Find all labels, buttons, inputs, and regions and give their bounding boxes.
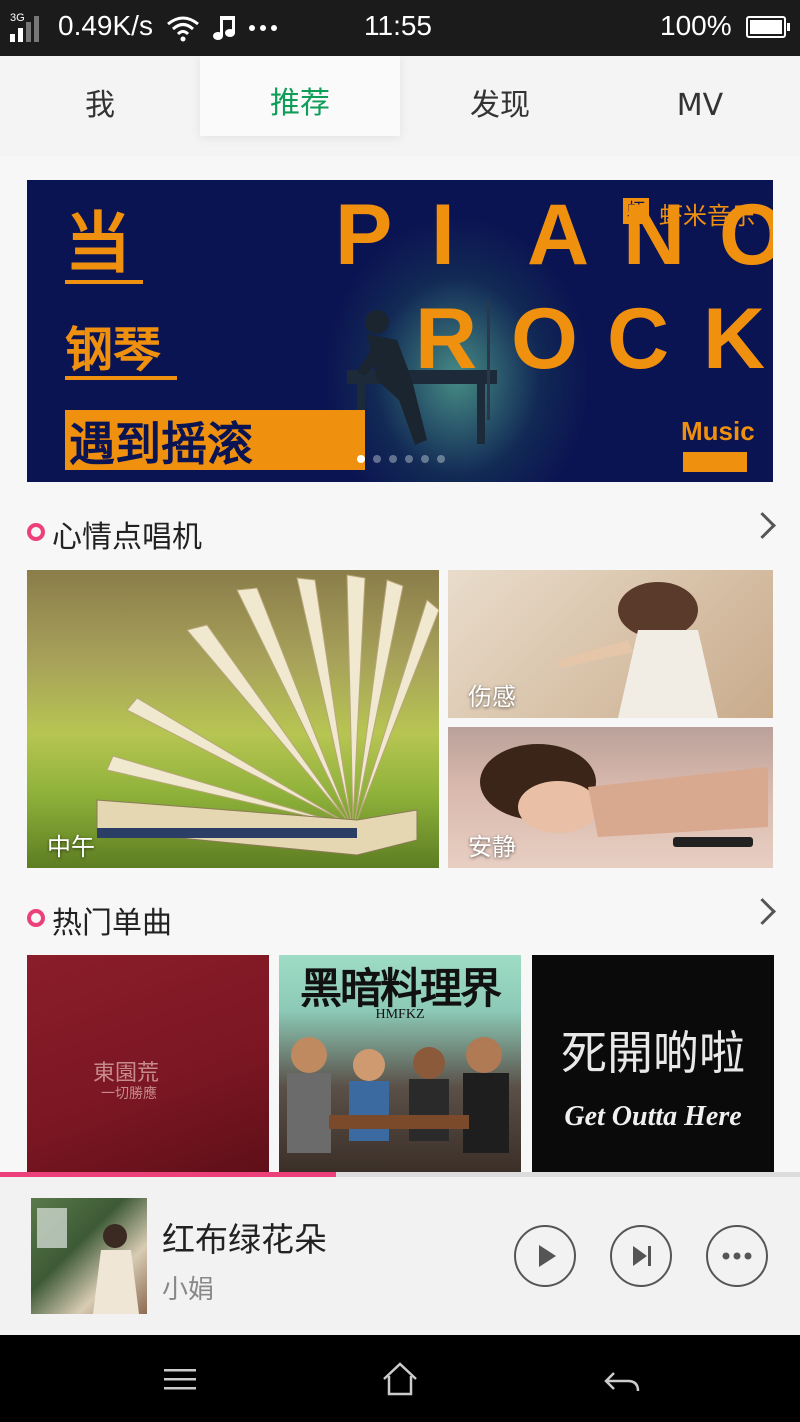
woman-sitting-image xyxy=(558,582,718,718)
music-note-icon xyxy=(213,16,235,40)
wifi-icon xyxy=(167,16,199,42)
section-title: 心情点唱机 xyxy=(52,520,202,555)
carousel-dot xyxy=(421,455,429,463)
home-icon[interactable] xyxy=(380,1359,420,1399)
banner-tag-bar xyxy=(683,452,747,472)
top-tab-bar: 我 推荐 发现 MV xyxy=(0,56,800,156)
skip-next-icon xyxy=(633,1246,651,1266)
signal-icon: 3G xyxy=(10,12,50,42)
play-button[interactable] xyxy=(514,1225,576,1287)
carousel-dot xyxy=(437,455,445,463)
network-speed: 0.49K/s xyxy=(58,10,153,41)
banner-rule xyxy=(65,280,143,284)
section-bullet-icon xyxy=(27,523,45,541)
banner-letter: K xyxy=(703,291,766,387)
mood-section-header[interactable]: 心情点唱机 xyxy=(0,502,800,562)
banner-headline-3: 遇到摇滚 xyxy=(69,417,253,471)
cover-subtitle: Get Outta Here xyxy=(564,1101,742,1132)
carousel-dot xyxy=(357,455,365,463)
chevron-right-icon[interactable] xyxy=(749,898,776,925)
banner-letter: N xyxy=(623,187,686,283)
mood-label: 中午 xyxy=(47,833,95,861)
next-track-button[interactable] xyxy=(610,1225,672,1287)
more-notifications-icon xyxy=(249,25,277,31)
section-bullet-icon xyxy=(27,909,45,927)
tab-mv[interactable]: MV xyxy=(600,56,800,156)
more-options-button[interactable] xyxy=(706,1225,768,1287)
banner-letter: C xyxy=(607,291,670,387)
group-photo-image xyxy=(287,1037,509,1153)
mood-tile-noon[interactable]: 中午 xyxy=(27,570,439,868)
cover-subtitle: HMFKZ xyxy=(375,1007,425,1022)
more-dots-icon xyxy=(722,1252,752,1260)
banner-letter: R xyxy=(415,291,478,387)
mood-tile-sad[interactable]: 伤感 xyxy=(448,570,773,718)
tab-me[interactable]: 我 xyxy=(0,56,200,156)
battery-level: 100% xyxy=(660,10,732,41)
network-type: 3G xyxy=(10,12,25,24)
battery-icon xyxy=(746,16,790,38)
carousel-dot xyxy=(405,455,413,463)
banner-letter: A xyxy=(527,187,590,283)
promo-banner[interactable]: 当 钢琴 遇到摇滚 虾 虾米音乐 Music PIANOROCK xyxy=(27,180,773,482)
now-playing-artist: 小娟 xyxy=(162,1275,215,1305)
single-cover-1[interactable]: 東園荒 一切勝應 xyxy=(27,955,269,1175)
tab-recommend[interactable]: 推荐 xyxy=(200,56,400,136)
system-nav-bar xyxy=(0,1335,800,1422)
tab-discover[interactable]: 发现 xyxy=(400,56,600,156)
menu-icon[interactable] xyxy=(160,1359,200,1399)
mood-label: 安静 xyxy=(468,833,516,861)
clock: 11:55 xyxy=(364,10,432,41)
banner-music-tag: Music xyxy=(681,416,755,446)
banner-letter: O xyxy=(719,187,773,283)
cover-title: 死開啲啦 xyxy=(561,1026,745,1080)
banner-rule xyxy=(65,376,177,380)
carousel-indicator xyxy=(357,448,453,467)
chevron-right-icon[interactable] xyxy=(749,512,776,539)
banner-letter: I xyxy=(431,187,455,283)
back-icon[interactable] xyxy=(602,1359,642,1399)
album-photo-image xyxy=(37,1208,139,1314)
single-cover-2[interactable]: 黑暗料理界 HMFKZ xyxy=(279,955,521,1175)
banner-headline-2: 钢琴 xyxy=(65,322,162,378)
status-bar: 3G 0.49K/s 11:55 100% xyxy=(0,0,800,56)
carousel-dot xyxy=(373,455,381,463)
cover-subtitle: 一切勝應 xyxy=(101,1086,157,1102)
section-title: 热门单曲 xyxy=(52,906,172,941)
mini-player[interactable]: 红布绿花朵 小娟 xyxy=(0,1177,800,1335)
open-book-image xyxy=(96,574,439,856)
album-art[interactable] xyxy=(31,1198,147,1314)
mood-label: 伤感 xyxy=(468,683,516,711)
banner-headline-1: 当 xyxy=(65,205,131,282)
hot-section-header[interactable]: 热门单曲 xyxy=(0,888,800,948)
banner-letter: O xyxy=(511,291,578,387)
now-playing-title: 红布绿花朵 xyxy=(162,1220,327,1259)
play-icon xyxy=(539,1245,556,1267)
mood-tile-quiet[interactable]: 安静 xyxy=(448,727,773,868)
banner-letter: P xyxy=(335,187,393,283)
single-cover-3[interactable]: 死開啲啦 Get Outta Here xyxy=(532,955,774,1175)
carousel-dot xyxy=(389,455,397,463)
